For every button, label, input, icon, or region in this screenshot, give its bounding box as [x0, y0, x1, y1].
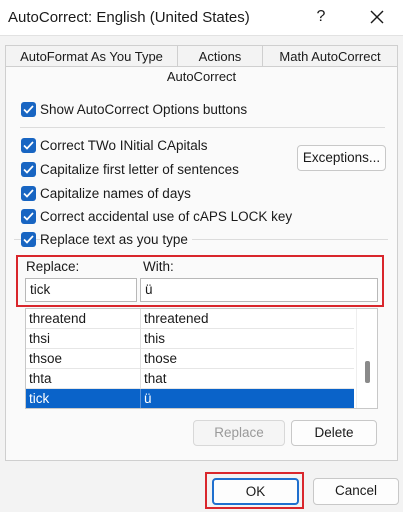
- capitalize-names-of-days-checkbox[interactable]: Capitalize names of days: [21, 184, 191, 202]
- cancel-button[interactable]: Cancel: [313, 478, 399, 505]
- help-button[interactable]: ?: [310, 4, 332, 30]
- title-bar: AutoCorrect: English (United States) ?: [0, 0, 403, 36]
- correct-caps-lock-checkbox[interactable]: Correct accidental use of cAPS LOCK key: [21, 207, 292, 225]
- list-item-replace: thsi: [29, 331, 51, 346]
- column-divider: [140, 309, 141, 329]
- list-item-selected[interactable]: tick ü: [26, 389, 354, 408]
- checkbox-checked-icon[interactable]: [21, 185, 36, 201]
- show-options-buttons-label: Show AutoCorrect Options buttons: [40, 101, 248, 117]
- tab-actions[interactable]: Actions: [177, 45, 263, 67]
- list-item-replace: threatend: [29, 311, 87, 326]
- tab-strip: AutoFormat As You Type Actions Math Auto…: [5, 45, 398, 67]
- list-item[interactable]: threatend threatened: [26, 309, 354, 329]
- tab-math-autocorrect[interactable]: Math AutoCorrect: [262, 45, 398, 67]
- window-title: AutoCorrect: English (United States): [8, 9, 250, 26]
- list-item-with: that: [144, 371, 167, 386]
- delete-button[interactable]: Delete: [291, 420, 377, 446]
- exceptions-button[interactable]: Exceptions...: [297, 145, 386, 171]
- list-item-with: threatened: [144, 311, 209, 326]
- list-item-with: those: [144, 351, 178, 366]
- correct-two-initial-capitals-checkbox[interactable]: Correct TWo INitial CApitals: [21, 136, 208, 154]
- list-item-with: this: [144, 331, 166, 346]
- replace-button[interactable]: Replace: [193, 420, 285, 446]
- checkbox-checked-icon[interactable]: [21, 137, 36, 153]
- list-item-replace: thsoe: [29, 351, 63, 366]
- column-divider: [140, 349, 141, 369]
- correct-caps-lock-label: Correct accidental use of cAPS LOCK key: [40, 208, 293, 224]
- list-item-replace: tick: [29, 391, 50, 406]
- close-button[interactable]: [364, 4, 390, 30]
- close-icon: [370, 10, 384, 24]
- tab-autoformat-as-you-type[interactable]: AutoFormat As You Type: [5, 45, 178, 67]
- replace-text-as-you-type-checkbox[interactable]: Replace text as you type: [21, 230, 192, 248]
- scrollbar-thumb[interactable]: [365, 361, 370, 383]
- checkbox-checked-icon[interactable]: [21, 208, 36, 224]
- checkbox-checked-icon[interactable]: [21, 231, 36, 247]
- show-options-buttons-checkbox[interactable]: Show AutoCorrect Options buttons: [21, 100, 247, 118]
- list-item-with: ü: [144, 391, 152, 406]
- checkbox-checked-icon[interactable]: [21, 161, 36, 177]
- capitalize-first-letter-label: Capitalize first letter of sentences: [40, 161, 239, 177]
- list-item[interactable]: thta that: [26, 369, 354, 389]
- replacement-list[interactable]: threatend threatened thsi this thsoe tho…: [25, 308, 378, 409]
- list-scrollbar[interactable]: [356, 309, 377, 408]
- list-item[interactable]: thsi this: [26, 329, 354, 349]
- correct-two-initial-capitals-label: Correct TWo INitial CApitals: [40, 137, 208, 153]
- column-divider: [140, 329, 141, 349]
- list-item-replace: thta: [29, 371, 52, 386]
- highlight-box-replace-with: [16, 255, 384, 307]
- divider: [20, 127, 385, 128]
- tab-autocorrect[interactable]: AutoCorrect: [5, 66, 398, 88]
- capitalize-first-letter-checkbox[interactable]: Capitalize first letter of sentences: [21, 160, 239, 178]
- column-divider: [140, 369, 141, 389]
- column-divider: [140, 389, 141, 408]
- capitalize-names-of-days-label: Capitalize names of days: [40, 185, 191, 201]
- checkbox-checked-icon[interactable]: [21, 101, 36, 117]
- list-item[interactable]: thsoe those: [26, 349, 354, 369]
- highlight-box-ok: [205, 472, 304, 509]
- replace-text-as-you-type-label: Replace text as you type: [40, 231, 192, 247]
